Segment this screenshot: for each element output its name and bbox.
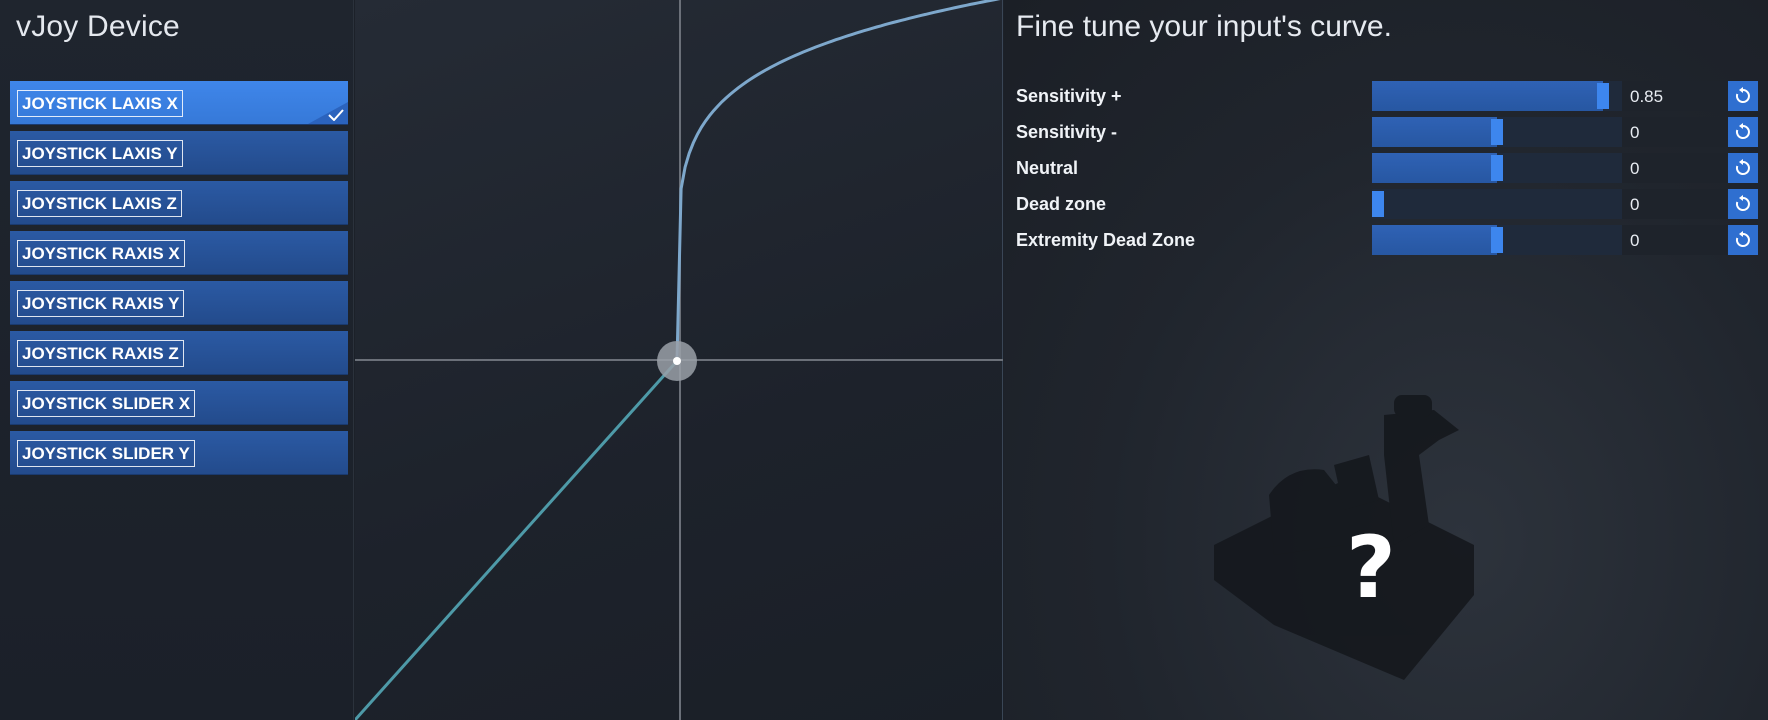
- reset-icon: [1735, 123, 1750, 139]
- unknown-device-symbol: ?: [1346, 518, 1396, 618]
- setting-value-field[interactable]: 0.85: [1622, 81, 1727, 111]
- axis-item[interactable]: JOYSTICK LAXIS X: [10, 81, 348, 125]
- setting-value-field[interactable]: 0: [1622, 153, 1727, 183]
- axis-item-label: JOYSTICK LAXIS X: [17, 90, 183, 117]
- setting-row: Neutral 0: [1004, 153, 1768, 189]
- reset-button[interactable]: [1728, 81, 1758, 111]
- slider-thumb[interactable]: [1491, 155, 1503, 181]
- slider-fill: [1372, 153, 1497, 183]
- setting-value-field[interactable]: 0: [1622, 189, 1727, 219]
- setting-label: Sensitivity +: [1016, 86, 1122, 106]
- setting-value-field[interactable]: 0: [1622, 225, 1727, 255]
- setting-value-field[interactable]: 0: [1622, 117, 1727, 147]
- device-title: vJoy Device: [16, 10, 180, 43]
- fine-tune-panel: Fine tune your input's curve. Sensitivit…: [1004, 0, 1768, 720]
- reset-button[interactable]: [1728, 117, 1758, 147]
- slider-fill: [1372, 225, 1497, 255]
- response-curve-graph: [355, 0, 1003, 720]
- negative-curve-line: [355, 359, 679, 720]
- reset-button[interactable]: [1728, 225, 1758, 255]
- axis-item[interactable]: JOYSTICK SLIDER X: [10, 381, 348, 425]
- axis-list: JOYSTICK LAXIS X JOYSTICK LAXIS Y JOYSTICK…: [10, 81, 348, 481]
- axis-item[interactable]: JOYSTICK RAXIS X: [10, 231, 348, 275]
- slider-thumb[interactable]: [1597, 83, 1609, 109]
- reset-icon: [1735, 159, 1750, 175]
- setting-row: Extremity Dead Zone 0: [1004, 225, 1768, 261]
- response-curve-panel: [355, 0, 1003, 720]
- setting-row: Sensitivity - 0: [1004, 117, 1768, 153]
- reset-icon: [1735, 195, 1750, 211]
- axis-item-label: JOYSTICK SLIDER Y: [17, 440, 195, 467]
- axis-item-label: JOYSTICK LAXIS Z: [17, 190, 182, 217]
- slider-fill: [1372, 81, 1603, 111]
- reset-button[interactable]: [1728, 153, 1758, 183]
- axis-item-label: JOYSTICK RAXIS Y: [17, 290, 185, 317]
- setting-label: Dead zone: [1016, 194, 1107, 214]
- setting-row: Sensitivity + 0.85: [1004, 81, 1768, 117]
- setting-row: Dead zone 0: [1004, 189, 1768, 225]
- device-panel: vJoy Device JOYSTICK LAXIS X JOYSTICK LAX…: [0, 0, 354, 720]
- fine-tune-title: Fine tune your input's curve.: [1016, 10, 1392, 43]
- reset-icon: [1735, 231, 1750, 247]
- slider-fill: [1372, 117, 1497, 147]
- slider-thumb[interactable]: [1372, 191, 1384, 217]
- setting-slider[interactable]: [1372, 81, 1622, 111]
- reset-button[interactable]: [1728, 189, 1758, 219]
- positive-curve-line: [675, 0, 1001, 362]
- axis-item[interactable]: JOYSTICK SLIDER Y: [10, 431, 348, 475]
- axis-item-label: JOYSTICK RAXIS Z: [17, 340, 184, 367]
- curve-settings: Sensitivity +0.85 Sensitivity -0 Neutral 0 D…: [1004, 81, 1768, 261]
- setting-slider[interactable]: [1372, 189, 1622, 219]
- axis-item[interactable]: JOYSTICK RAXIS Y: [10, 281, 348, 325]
- axis-item-label: JOYSTICK SLIDER X: [17, 390, 196, 417]
- axis-item[interactable]: JOYSTICK LAXIS Z: [10, 181, 348, 225]
- selected-check-icon: [308, 102, 348, 124]
- setting-slider[interactable]: [1372, 225, 1622, 255]
- reset-icon: [1735, 87, 1750, 103]
- slider-thumb[interactable]: [1491, 227, 1503, 253]
- setting-label: Neutral: [1016, 158, 1079, 178]
- setting-label: Extremity Dead Zone: [1016, 230, 1196, 250]
- setting-label: Sensitivity -: [1016, 122, 1118, 142]
- setting-slider[interactable]: [1372, 117, 1622, 147]
- axis-item[interactable]: JOYSTICK LAXIS Y: [10, 131, 348, 175]
- slider-thumb[interactable]: [1491, 119, 1503, 145]
- axis-item-label: JOYSTICK RAXIS X: [17, 240, 185, 267]
- axis-item[interactable]: JOYSTICK RAXIS Z: [10, 331, 348, 375]
- setting-slider[interactable]: [1372, 153, 1622, 183]
- axis-item-label: JOYSTICK LAXIS Y: [17, 140, 183, 167]
- neutral-point-dot: [673, 357, 681, 365]
